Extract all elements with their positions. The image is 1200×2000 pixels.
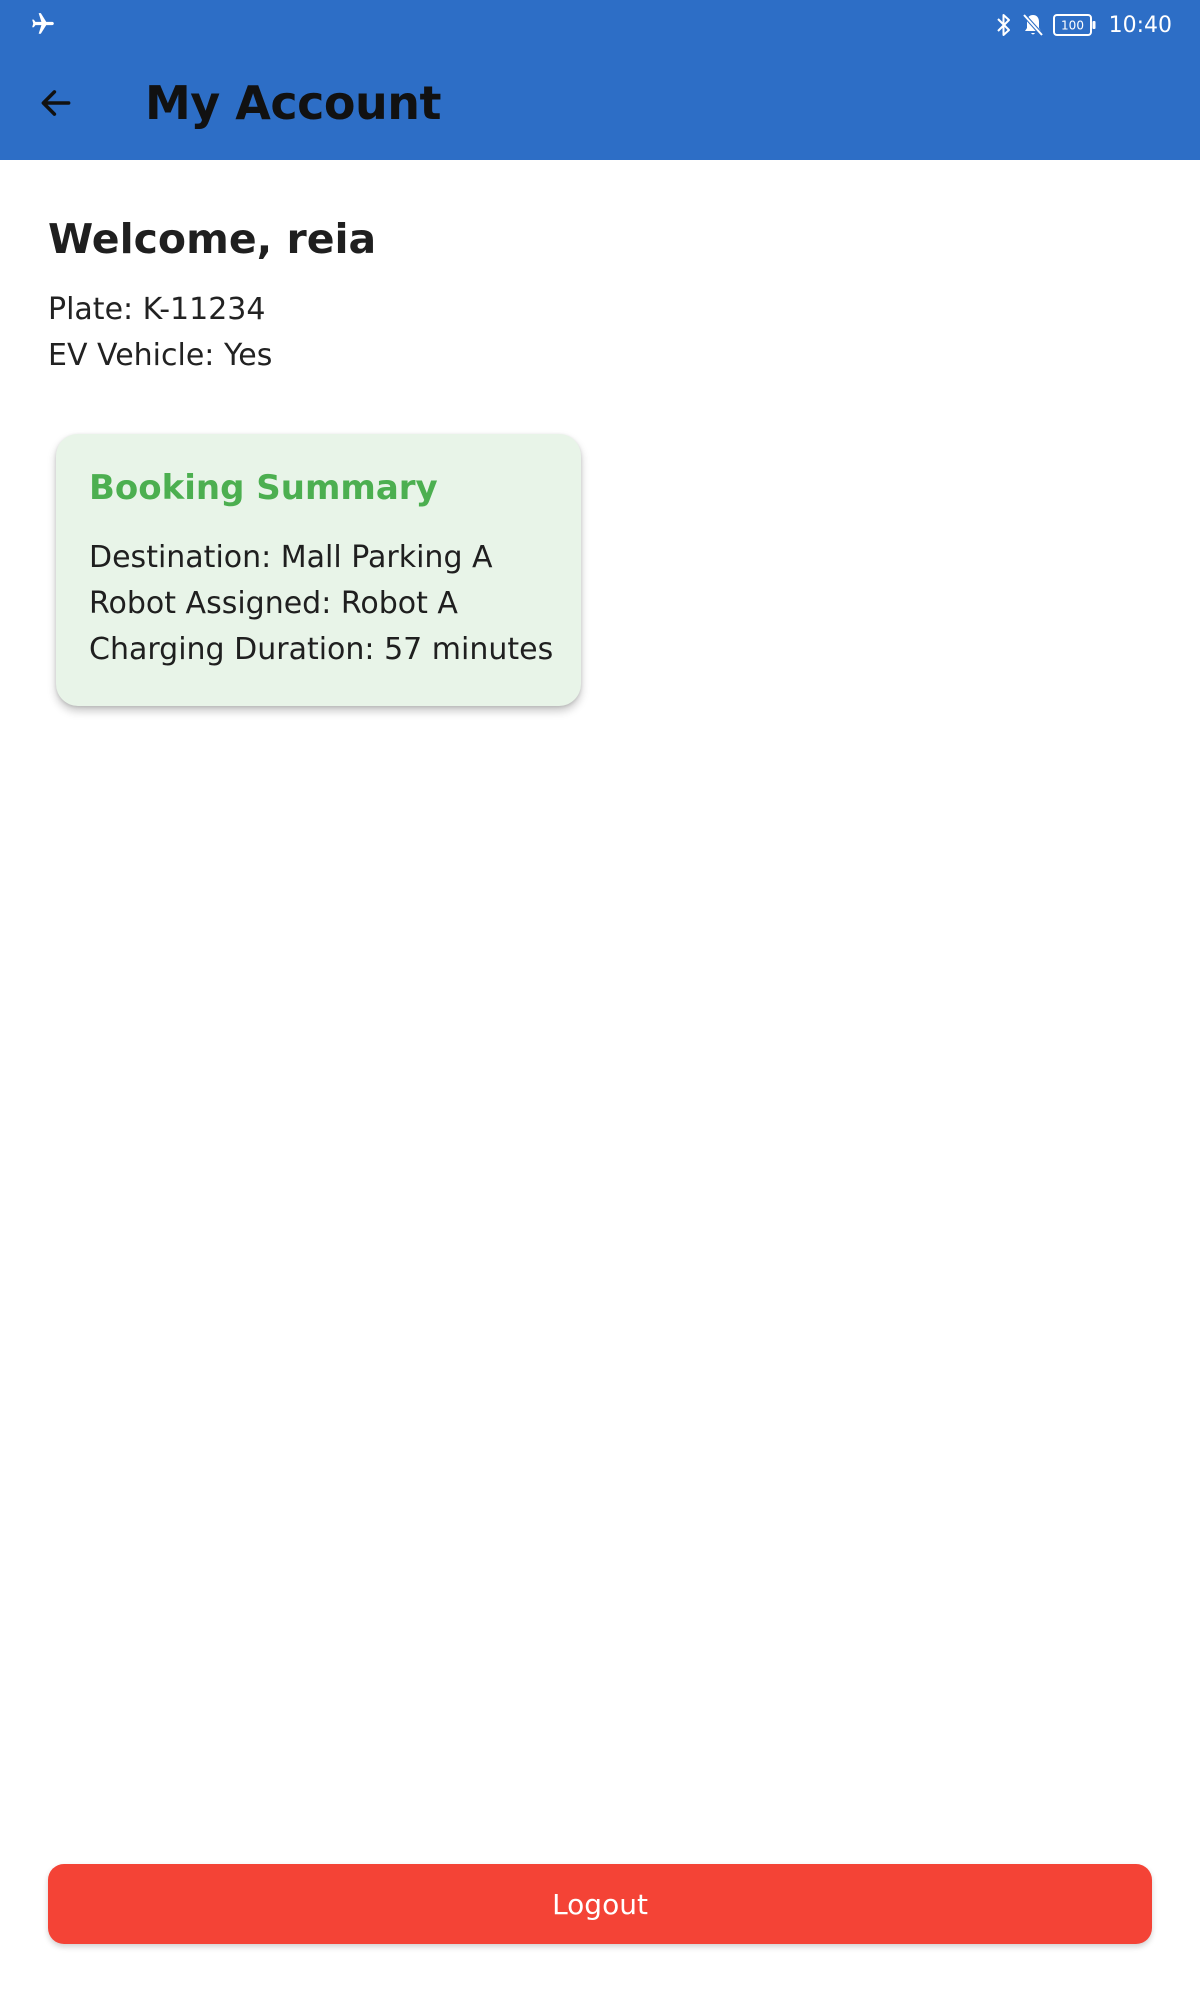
app-header: 100 10:40 My Account bbox=[0, 0, 1200, 160]
booking-summary-card: Booking Summary Destination: Mall Parkin… bbox=[56, 434, 581, 706]
battery-icon: 100 bbox=[1052, 13, 1097, 37]
status-time: 10:40 bbox=[1108, 12, 1172, 38]
battery-level: 100 bbox=[1061, 19, 1084, 33]
status-icons: 100 10:40 bbox=[995, 8, 1172, 42]
charging-duration-text: Charging Duration: 57 minutes bbox=[89, 632, 554, 667]
page-title: My Account bbox=[145, 76, 442, 130]
robot-assigned-text: Robot Assigned: Robot A bbox=[89, 586, 458, 621]
back-button[interactable] bbox=[26, 77, 86, 133]
airplane-mode-icon bbox=[30, 11, 56, 37]
notifications-off-icon bbox=[1021, 12, 1045, 38]
arrow-left-icon bbox=[37, 84, 75, 126]
booking-summary-title: Booking Summary bbox=[89, 468, 438, 508]
status-bar: 100 10:40 bbox=[0, 0, 1200, 50]
destination-text: Destination: Mall Parking A bbox=[89, 540, 493, 575]
ev-vehicle-status: EV Vehicle: Yes bbox=[48, 338, 273, 373]
logout-button[interactable]: Logout bbox=[48, 1864, 1152, 1944]
toolbar: My Account bbox=[0, 50, 1200, 160]
bluetooth-icon bbox=[995, 12, 1013, 38]
welcome-heading: Welcome, reia bbox=[48, 215, 377, 263]
plate-number: Plate: K-11234 bbox=[48, 292, 266, 327]
